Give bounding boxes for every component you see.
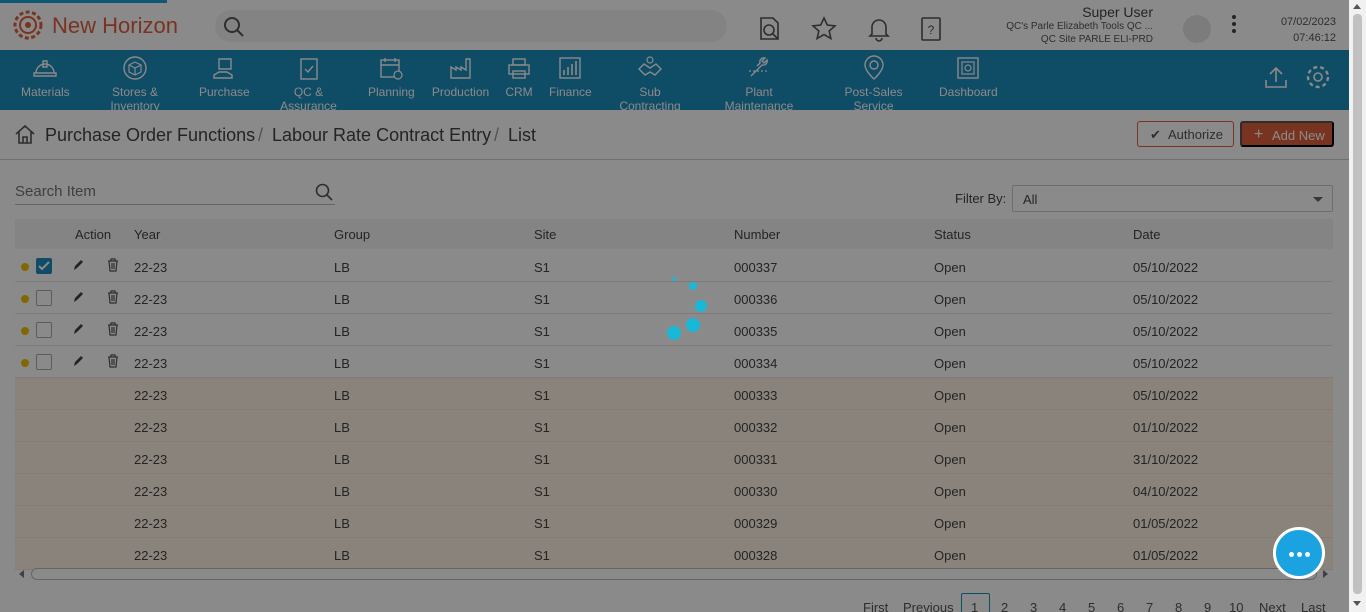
scroll-up-arrow-icon[interactable] xyxy=(1353,4,1361,9)
chat-dot xyxy=(1305,552,1310,557)
scrollbar-thumb[interactable] xyxy=(1353,14,1362,594)
vertical-scrollbar[interactable] xyxy=(1349,0,1366,612)
loading-spinner-icon xyxy=(667,277,707,340)
chat-dot xyxy=(1289,552,1294,557)
loading-overlay xyxy=(0,0,1349,612)
chat-button[interactable] xyxy=(1273,527,1325,579)
scroll-down-arrow-icon[interactable] xyxy=(1353,601,1361,606)
chat-dot xyxy=(1297,552,1302,557)
